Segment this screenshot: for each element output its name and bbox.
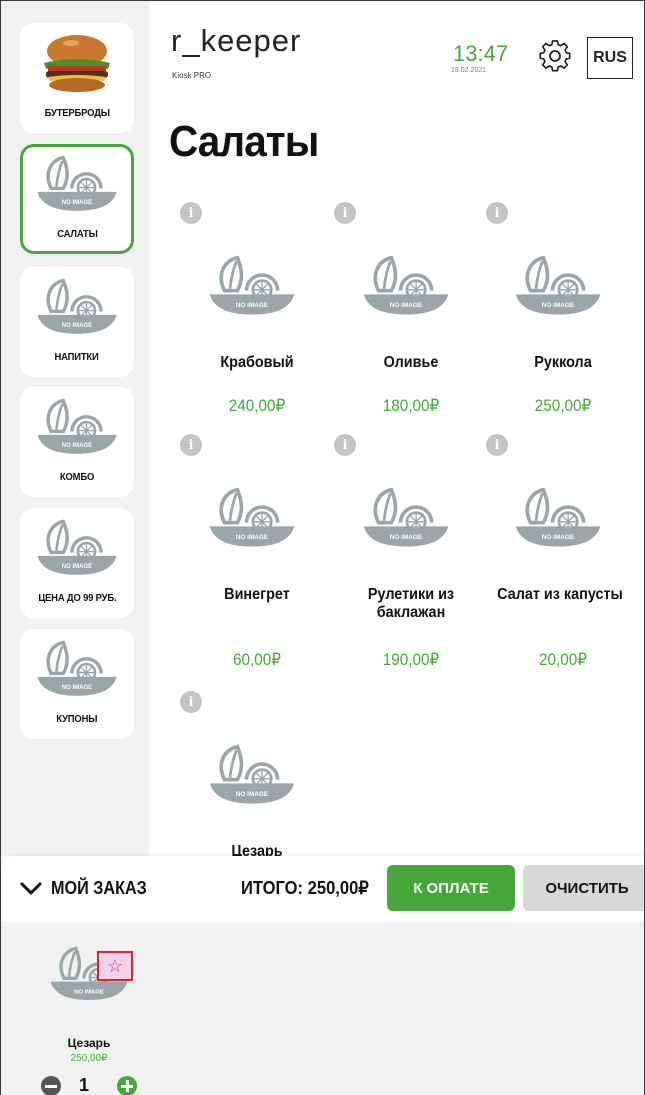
no-image-icon: NO IMAGE: [34, 637, 120, 703]
product-price: 240,00₽: [228, 396, 286, 415]
product-price: 20,00₽: [538, 650, 588, 669]
sidebar-item-sandwiches[interactable]: БУТЕРБРОДЫ: [20, 23, 134, 133]
info-icon[interactable]: i: [334, 434, 356, 456]
no-image-icon: NO IMAGE: [357, 252, 455, 322]
no-image-icon: NO IMAGE: [34, 516, 120, 582]
product-price: 180,00₽: [382, 396, 440, 415]
clock-date: 18.02.2021: [451, 67, 487, 74]
svg-text:NO IMAGE: NO IMAGE: [74, 989, 104, 995]
basket-item-price: 250,00₽: [70, 1053, 108, 1064]
minus-icon: [45, 1084, 57, 1088]
kiosk-screen: БУТЕРБРОДЫ NO IMAGE САЛАТЫ NO IMAGE НАПИ…: [0, 0, 645, 1095]
sidebar-item-drinks[interactable]: NO IMAGE НАПИТКИ: [20, 267, 134, 377]
svg-text:NO IMAGE: NO IMAGE: [62, 564, 92, 570]
order-total: ИТОГО: 250,00₽: [241, 878, 369, 898]
no-image-icon: NO IMAGE: [203, 484, 301, 554]
no-image-icon: NO IMAGE: [34, 395, 120, 461]
clear-button[interactable]: ОЧИСТИТЬ: [523, 865, 644, 911]
chevron-down-icon[interactable]: [20, 881, 42, 897]
product-name: Оливье: [383, 354, 439, 371]
svg-text:NO IMAGE: NO IMAGE: [236, 302, 269, 309]
order-bar: МОЙ ЗАКАЗ ИТОГО: 250,00₽ К ОПЛАТЕ ОЧИСТИ…: [1, 856, 644, 922]
sidebar-item-combo[interactable]: NO IMAGE КОМБО: [20, 387, 134, 497]
product-price: 190,00₽: [382, 650, 440, 669]
info-icon[interactable]: i: [180, 434, 202, 456]
star-icon[interactable]: ☆: [97, 951, 133, 981]
brand-logo: r_keeper: [171, 23, 302, 58]
info-icon[interactable]: i: [486, 434, 508, 456]
no-image-icon: NO IMAGE: [34, 275, 120, 341]
no-image-icon: NO IMAGE: [509, 252, 607, 322]
language-button[interactable]: RUS: [587, 37, 633, 79]
sidebar-item-label: КУПОНЫ: [56, 713, 98, 725]
no-image-icon: NO IMAGE: [357, 484, 455, 554]
clock-time: 13:47: [453, 41, 509, 66]
svg-text:NO IMAGE: NO IMAGE: [62, 323, 92, 329]
svg-text:NO IMAGE: NO IMAGE: [542, 534, 575, 541]
svg-text:NO IMAGE: NO IMAGE: [62, 200, 92, 206]
sidebar-item-label: ЦЕНА ДО 99 РУБ.: [37, 592, 117, 604]
svg-text:NO IMAGE: NO IMAGE: [390, 534, 423, 541]
sidebar-item-under-99[interactable]: NO IMAGE ЦЕНА ДО 99 РУБ.: [20, 508, 134, 618]
gear-icon[interactable]: [538, 39, 572, 73]
burger-image: [34, 31, 120, 97]
svg-text:NO IMAGE: NO IMAGE: [62, 685, 92, 691]
sidebar-item-label: САЛАТЫ: [56, 228, 98, 240]
my-order-toggle[interactable]: МОЙ ЗАКАЗ: [51, 878, 147, 899]
product-name: Крабовый: [220, 354, 294, 371]
sidebar-item-label: КОМБО: [59, 471, 95, 483]
brand-subtitle: Kiosk PRO: [172, 71, 212, 80]
info-icon[interactable]: i: [180, 202, 202, 224]
svg-text:NO IMAGE: NO IMAGE: [62, 443, 92, 449]
sidebar-item-label: БУТЕРБРОДЫ: [44, 107, 110, 119]
pay-button[interactable]: К ОПЛАТЕ: [387, 865, 515, 911]
product-name: Салат из капусты: [497, 586, 623, 603]
plus-button[interactable]: [117, 1076, 137, 1095]
basket-panel: NO IMAGE ☆ Цезарь 250,00₽ 1: [1, 922, 644, 1095]
quantity-value: 1: [79, 1075, 90, 1095]
sidebar-item-coupons[interactable]: NO IMAGE КУПОНЫ: [20, 629, 134, 739]
basket-item-name: Цезарь: [67, 1036, 111, 1050]
svg-text:NO IMAGE: NO IMAGE: [542, 302, 575, 309]
no-image-icon: NO IMAGE: [509, 484, 607, 554]
svg-text:NO IMAGE: NO IMAGE: [236, 791, 269, 798]
info-icon[interactable]: i: [334, 202, 356, 224]
no-image-icon: NO IMAGE: [34, 152, 120, 218]
no-image-icon: NO IMAGE: [203, 252, 301, 322]
product-price: 60,00₽: [232, 650, 282, 669]
info-icon[interactable]: i: [180, 691, 202, 713]
product-name: Рулетики из баклажан: [367, 586, 455, 621]
product-name: Руккола: [534, 354, 592, 371]
category-sidebar: БУТЕРБРОДЫ NO IMAGE САЛАТЫ NO IMAGE НАПИ…: [1, 1, 149, 856]
sidebar-item-salads[interactable]: NO IMAGE САЛАТЫ: [20, 144, 134, 254]
product-price: 250,00₽: [534, 396, 592, 415]
page-title: Салаты: [169, 117, 319, 166]
info-icon[interactable]: i: [486, 202, 508, 224]
minus-button[interactable]: [41, 1076, 61, 1095]
sidebar-item-label: НАПИТКИ: [54, 351, 100, 363]
svg-text:NO IMAGE: NO IMAGE: [390, 302, 423, 309]
svg-text:NO IMAGE: NO IMAGE: [236, 534, 269, 541]
product-name: Винегрет: [224, 586, 290, 603]
no-image-icon: NO IMAGE: [203, 741, 301, 811]
